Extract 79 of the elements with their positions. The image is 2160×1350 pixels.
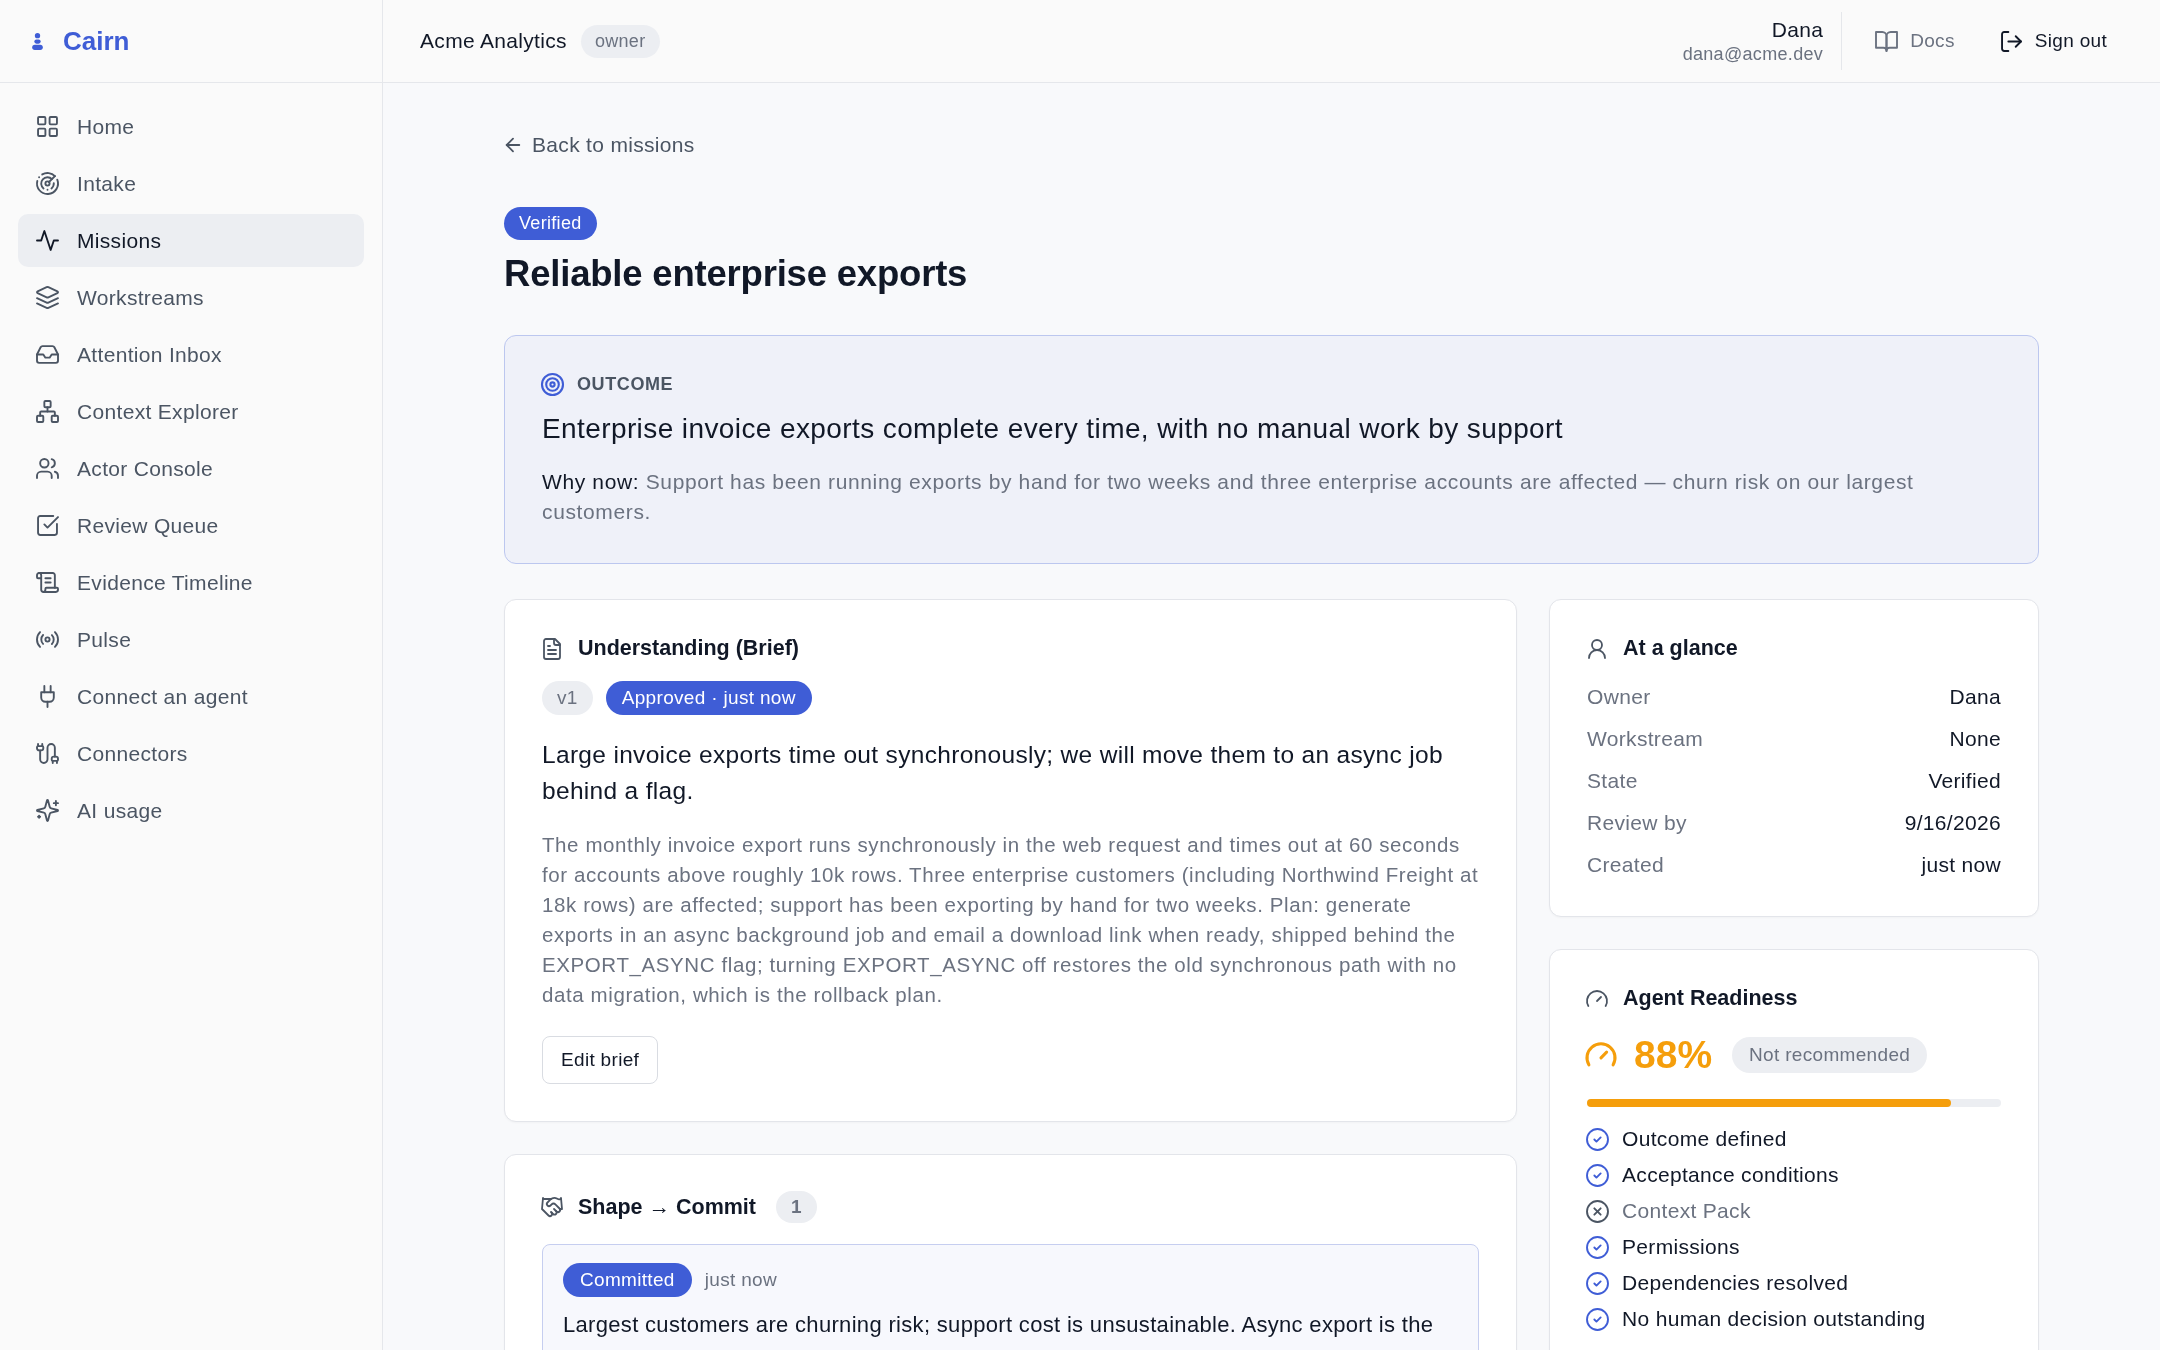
entry-time: just now [704, 1269, 777, 1291]
nav-item[interactable]: Actor Console [18, 442, 364, 495]
checklist-item: Dependencies resolved [1622, 1270, 1849, 1296]
target-icon [542, 374, 563, 395]
nav-item[interactable]: Review Queue [18, 499, 364, 552]
outcome-label: OUTCOME [577, 374, 674, 395]
field-value: 9/16/2026 [1904, 810, 2001, 836]
users-icon [37, 458, 58, 479]
readiness-score: 88% [1634, 1033, 1713, 1077]
sign-out-icon [2000, 30, 2022, 52]
nav-item[interactable]: Connectors [18, 727, 364, 780]
field-value: Dana [1949, 684, 2001, 710]
nav-item[interactable]: Pulse [18, 613, 364, 666]
why-now-text: Why now: Support has been running exports by hand for two weeks and three enterprise accounts are affected — churn risk on our largest customers. [542, 469, 1915, 525]
hierarchy-icon [37, 401, 58, 422]
card-title: Shape → Commit [578, 1194, 756, 1220]
gauge-icon [1587, 1041, 1615, 1069]
checkbox-icon [37, 515, 58, 536]
field-label: Owner [1587, 684, 1651, 710]
gauge-icon [1587, 988, 1607, 1009]
card-title: Agent Readiness [1623, 986, 1798, 1011]
workspace-name: Acme Analytics [420, 29, 567, 53]
field-value: None [1949, 726, 2001, 752]
count-badge: 1 [776, 1191, 817, 1223]
app-name: Cairn [63, 25, 130, 57]
checklist-item: Outcome defined [1622, 1126, 1787, 1152]
recommendation-badge: Not recommended [1732, 1037, 1928, 1073]
docs-link[interactable]: Docs [1876, 30, 1955, 52]
status-badge: Verified [504, 207, 597, 240]
checklist-item: Context Pack [1622, 1198, 1751, 1224]
version-badge: v1 [542, 681, 593, 715]
field-value: Verified [1928, 768, 2001, 794]
field-value: just now [1921, 852, 2001, 878]
card-title: Understanding (Brief) [578, 636, 799, 661]
checklist-item: Permissions [1622, 1234, 1740, 1260]
radar-icon [37, 173, 58, 194]
user-name: Dana [1771, 17, 1824, 43]
inbox-icon [37, 344, 58, 365]
brief-summary: Large invoice exports time out synchronously; we will move them to an async job behind a flag. [542, 740, 1444, 806]
user-icon [1587, 638, 1607, 659]
cable-icon [37, 743, 58, 764]
nav-item[interactable]: Attention Inbox [18, 328, 364, 381]
stacked-stones-icon [32, 32, 43, 50]
nav-item[interactable]: Workstreams [18, 271, 364, 324]
nav-item[interactable]: Missions [18, 214, 364, 267]
broadcast-icon [37, 629, 58, 650]
nav-item[interactable]: Intake [18, 157, 364, 210]
user-email: dana@acme.dev [1682, 43, 1824, 65]
plug-icon [37, 686, 58, 707]
nav-item[interactable]: Connect an agent [18, 670, 364, 723]
grid-icon [37, 116, 58, 137]
approval-badge: Approved · just now [605, 681, 812, 715]
field-label: Created [1587, 852, 1664, 878]
scroll-icon [37, 572, 58, 593]
entry-text: Largest customers are churning risk; support cost is unsustainable. Async export is the [563, 1311, 1435, 1339]
nav-item[interactable]: AI usage [18, 784, 364, 837]
checklist-item: No human decision outstanding [1622, 1306, 1926, 1332]
committed-badge: Committed [563, 1263, 692, 1297]
edit-brief-button[interactable]: Edit brief [542, 1036, 659, 1084]
mission-title: Reliable enterprise exports [504, 252, 969, 296]
nav-item[interactable]: Context Explorer [18, 385, 364, 438]
book-icon [1876, 30, 1898, 52]
handshake-icon [542, 1197, 562, 1217]
nav-item[interactable]: Home [18, 100, 364, 153]
document-icon [542, 638, 562, 659]
card-title: At a glance [1623, 636, 1738, 661]
role-badge: owner [580, 24, 660, 58]
back-link[interactable]: Back to missions [504, 133, 695, 157]
nav-item[interactable]: Evidence Timeline [18, 556, 364, 609]
checklist-item: Acceptance conditions [1622, 1162, 1839, 1188]
sparkles-icon [37, 800, 58, 821]
field-label: State [1587, 768, 1638, 794]
brief-details: The monthly invoice export runs synchronously in the web request and times out at 60 seconds for accounts above roughly 10k rows. Three enterprise customers (including Northwind Freight at 18k rows) are affected; support has been exporting by hand for two weeks. Plan: generate exports in an async background job and email a download link when ready, shipped behind the EXPORT_ASYNC flag; turning EXPORT_ASYNC off restores the old synchronous path with no data migration, which is the rollback plan. [542, 832, 1479, 1008]
field-label: Review by [1587, 810, 1687, 836]
outcome-statement: Enterprise invoice exports complete every time, with no manual work by support [542, 412, 1564, 446]
layers-icon [37, 287, 58, 308]
field-label: Workstream [1587, 726, 1703, 752]
pulse-line-icon [37, 230, 58, 251]
sign-out-button[interactable]: Sign out [2000, 30, 2107, 52]
